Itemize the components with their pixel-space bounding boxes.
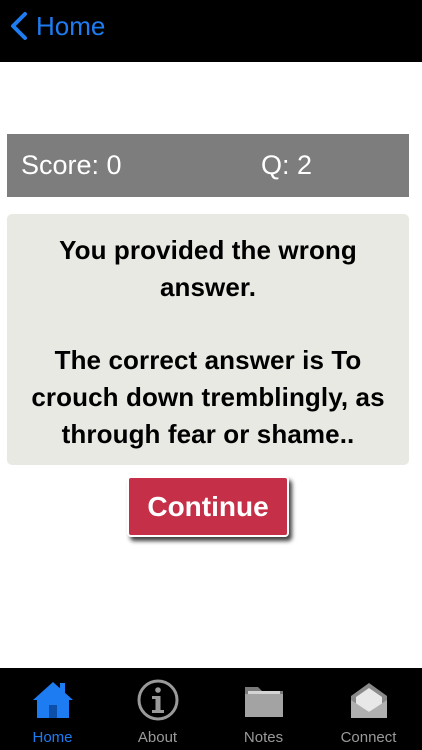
- tab-about-label: About: [137, 729, 178, 746]
- tab-notes-label: Notes: [243, 729, 284, 746]
- info-icon: [137, 679, 178, 721]
- tab-connect-label: Connect: [340, 729, 397, 746]
- correct-answer-message: The correct answer is To crouch down tre…: [31, 342, 384, 453]
- question-number: Q: 2: [261, 150, 313, 180]
- message-line: answer.: [159, 272, 257, 302]
- score-label: Score: 0: [21, 150, 122, 180]
- score-bar: Score: 0 Q: 2: [7, 134, 409, 197]
- message-line: You provided the wrong: [59, 235, 357, 265]
- continue-button[interactable]: Continue: [127, 476, 289, 537]
- back-button[interactable]: Home: [8, 8, 105, 44]
- envelope-icon: [350, 683, 387, 718]
- tab-home[interactable]: Home: [0, 668, 105, 750]
- tab-notes[interactable]: Notes: [211, 668, 316, 750]
- chevron-left-icon: [11, 12, 27, 40]
- wrong-answer-message: You provided the wrong answer.: [59, 232, 357, 306]
- tab-connect[interactable]: Connect: [316, 668, 421, 750]
- navigation-bar: Home: [0, 0, 422, 62]
- message-line: The correct answer is To: [54, 345, 362, 375]
- tab-home-label: Home: [32, 729, 73, 746]
- message-line: through fear or shame..: [61, 419, 355, 449]
- tab-bar: Home About Notes Connect: [0, 668, 422, 750]
- tab-about[interactable]: About: [105, 668, 210, 750]
- folder-icon: [244, 687, 283, 717]
- back-button-label: Home: [36, 10, 106, 41]
- result-message-card: You provided the wrong answer. The corre…: [7, 214, 409, 465]
- home-icon: [32, 682, 73, 718]
- message-line: crouch down tremblingly, as: [31, 382, 385, 412]
